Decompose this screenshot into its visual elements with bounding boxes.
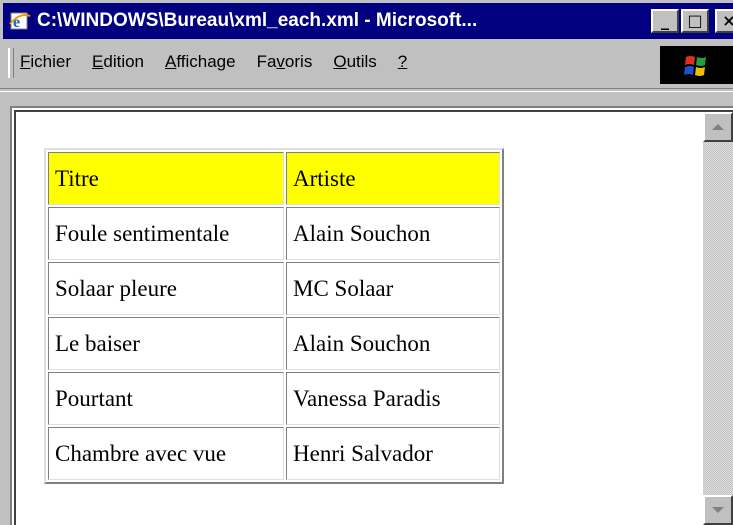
- arrow-down-icon: [712, 507, 724, 513]
- maximize-icon: □: [687, 11, 703, 30]
- cell-artiste: MC Solaar: [286, 262, 500, 315]
- scroll-down-button[interactable]: [703, 495, 733, 525]
- songs-table: Titre Artiste Foule sentimentale Alain S…: [44, 148, 504, 484]
- header-cell-titre: Titre: [48, 152, 284, 205]
- scroll-up-button[interactable]: [703, 112, 733, 142]
- cell-artiste: Alain Souchon: [286, 207, 500, 260]
- cell-artiste: Vanessa Paradis: [286, 372, 500, 425]
- cell-artiste: Henri Salvador: [286, 427, 500, 480]
- close-icon: ×: [722, 11, 733, 30]
- table-row: Pourtant Vanessa Paradis: [48, 372, 500, 425]
- page-viewport: Titre Artiste Foule sentimentale Alain S…: [14, 110, 733, 525]
- cell-titre: Le baiser: [48, 317, 284, 370]
- minimize-icon: _: [661, 11, 669, 30]
- window-title: C:\WINDOWS\Bureau\xml_each.xml - Microso…: [37, 10, 478, 31]
- table-row: Solaar pleure MC Solaar: [48, 262, 500, 315]
- menu-help[interactable]: ?: [398, 52, 407, 72]
- browser-window: e C:\WINDOWS\Bureau\xml_each.xml - Micro…: [0, 0, 733, 525]
- table-row: Le baiser Alain Souchon: [48, 317, 500, 370]
- table-row: Foule sentimentale Alain Souchon: [48, 207, 500, 260]
- cell-titre: Solaar pleure: [48, 262, 284, 315]
- menu-fichier[interactable]: Fichier: [20, 52, 71, 72]
- vertical-scrollbar[interactable]: [703, 112, 733, 525]
- menu-separator: [0, 88, 733, 92]
- menu-affichage[interactable]: Affichage: [165, 52, 236, 72]
- cell-titre: Foule sentimentale: [48, 207, 284, 260]
- title-bar[interactable]: e C:\WINDOWS\Bureau\xml_each.xml - Micro…: [3, 3, 733, 39]
- close-button[interactable]: ×: [715, 9, 733, 33]
- menu-edition[interactable]: Edition: [92, 52, 144, 72]
- minimize-button[interactable]: _: [651, 9, 679, 33]
- cell-artiste: Alain Souchon: [286, 317, 500, 370]
- toolbar-grip[interactable]: [8, 48, 14, 78]
- internet-explorer-icon: e: [9, 10, 31, 32]
- table-row: Chambre avec vue Henri Salvador: [48, 427, 500, 480]
- table-header-row: Titre Artiste: [48, 152, 500, 205]
- arrow-up-icon: [712, 124, 724, 130]
- maximize-button[interactable]: □: [681, 9, 709, 33]
- content-frame: Titre Artiste Foule sentimentale Alain S…: [10, 106, 733, 525]
- windows-logo-icon: [660, 46, 733, 84]
- menu-outils[interactable]: Outils: [333, 52, 376, 72]
- cell-titre: Pourtant: [48, 372, 284, 425]
- menu-favoris[interactable]: Favoris: [257, 52, 313, 72]
- menu-bar: Fichier Edition Affichage Favoris Outils…: [0, 42, 733, 86]
- cell-titre: Chambre avec vue: [48, 427, 284, 480]
- header-cell-artiste: Artiste: [286, 152, 500, 205]
